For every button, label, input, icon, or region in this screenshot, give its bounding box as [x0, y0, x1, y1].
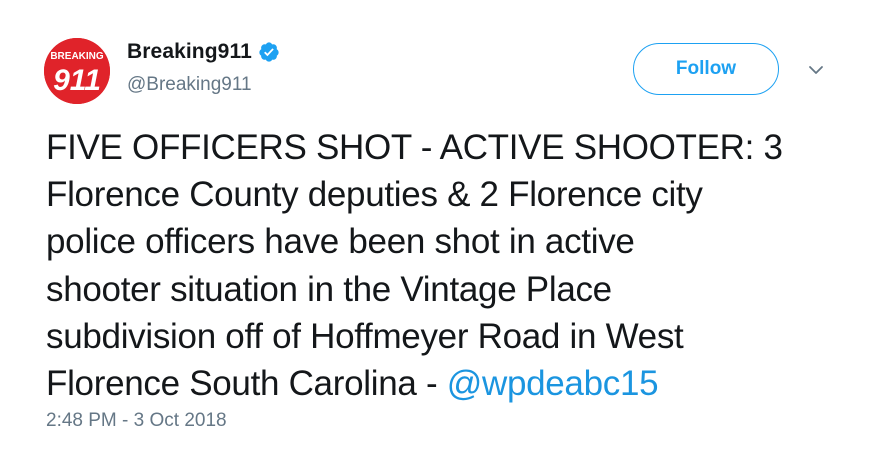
display-name[interactable]: Breaking911 — [127, 40, 252, 64]
tweet-text-last-line: Florence South Carolina - @wpdeabc15 — [46, 360, 826, 407]
tweet-timestamp[interactable]: 2:48 PM - 3 Oct 2018 — [46, 410, 227, 432]
tweet-text-line: police officers have been shot in active — [46, 222, 635, 262]
author-name-row: Breaking911 — [127, 40, 280, 64]
tweet-text-line: subdivision off of Hoffmeyer Road in Wes… — [46, 316, 684, 356]
avatar[interactable]: BREAKING 911 — [44, 38, 110, 104]
tweet-text-line: Florence South Carolina - — [46, 364, 447, 404]
tweet-text-line: shooter situation in the Vintage Place — [46, 269, 612, 309]
chevron-down-icon[interactable] — [806, 60, 826, 80]
tweet-text-line: FIVE OFFICERS SHOT - ACTIVE SHOOTER: 3 — [46, 128, 783, 167]
mention-link[interactable]: @wpdeabc15 — [447, 364, 659, 403]
verified-badge-icon — [258, 41, 280, 63]
tweet-text-line: Florence County deputies & 2 Florence ci… — [46, 175, 703, 215]
breaking911-logo: BREAKING 911 — [44, 38, 110, 104]
avatar-text-top: BREAKING — [50, 51, 104, 62]
avatar-text-main: 911 — [53, 64, 101, 97]
author-handle[interactable]: @Breaking911 — [127, 74, 252, 96]
tweet-card: BREAKING 911 Breaking911 @Breaking911 Fo… — [0, 0, 875, 453]
tweet-text: FIVE OFFICERS SHOT - ACTIVE SHOOTER: 3 F… — [46, 124, 826, 407]
follow-button[interactable]: Follow — [633, 43, 779, 95]
